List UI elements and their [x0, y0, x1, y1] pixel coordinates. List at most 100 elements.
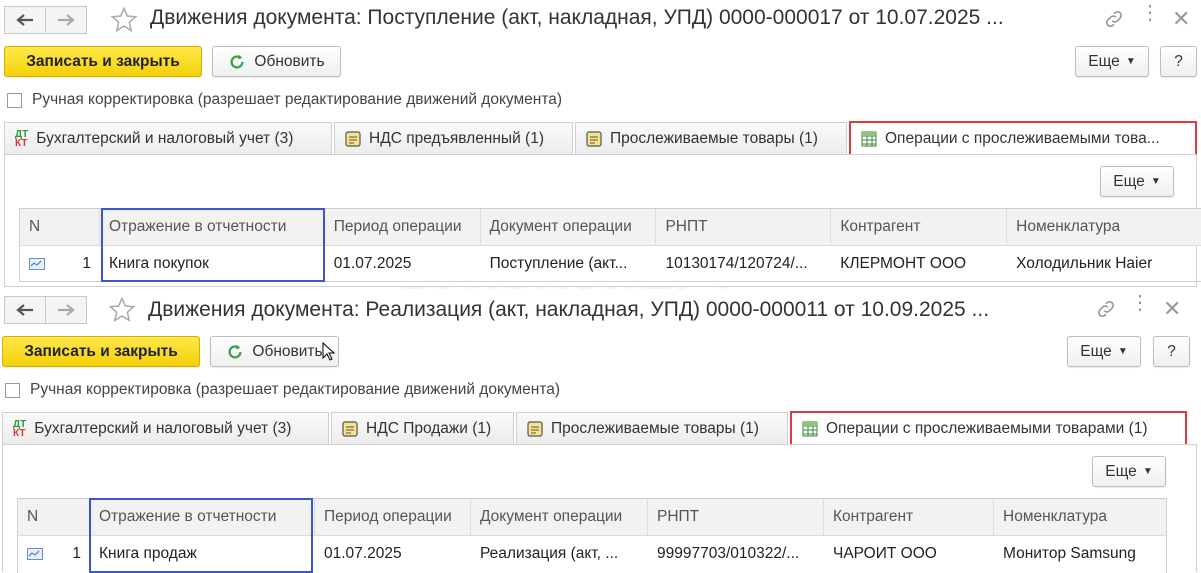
refresh-button[interactable]: Обновить: [212, 46, 341, 77]
link-icon[interactable]: [1103, 8, 1125, 30]
cell-period: 01.07.2025: [333, 255, 412, 272]
tab-label: Бухгалтерский и налоговый учет (3): [36, 129, 294, 147]
save-and-close-button[interactable]: Записать и закрыть: [4, 46, 202, 77]
column-header-period[interactable]: Период операции: [325, 209, 481, 245]
help-button[interactable]: ?: [1160, 46, 1197, 77]
more-actions-icon[interactable]: ⋮: [1130, 293, 1150, 313]
document-movements-panel-receipt: Движения документа: Поступление (акт, на…: [0, 0, 1201, 290]
tab-accounting[interactable]: ДТ КТ Бухгалтерский и налоговый учет (3): [2, 412, 329, 444]
cell-document: Поступление (акт...: [489, 255, 628, 272]
column-header-nomenclature[interactable]: Номенклатура: [994, 499, 1166, 535]
grid-more-label: Еще: [1113, 172, 1145, 190]
tab-traceable-operations[interactable]: Операции с прослеживаемыми това...: [849, 121, 1197, 156]
navigation-buttons: [4, 6, 87, 34]
register-icon: [527, 420, 543, 437]
column-header-document[interactable]: Документ операции: [471, 499, 648, 535]
tab-vat-presented[interactable]: НДС предъявленный (1): [334, 122, 573, 154]
row-number: 1: [72, 545, 81, 562]
refresh-icon: [228, 344, 242, 358]
tab-label: НДС предъявленный (1): [369, 129, 544, 147]
register-icon: [342, 420, 358, 437]
tab-label: Бухгалтерский и налоговый учет (3): [34, 419, 292, 437]
page-title: Движения документа: Реализация (акт, нак…: [148, 298, 990, 321]
arrow-left-icon: [16, 304, 33, 316]
cell-rnpt: 99997703/010322/...: [657, 545, 800, 562]
record-icon: [29, 258, 45, 270]
dt-kt-icon: ДТ КТ: [15, 128, 29, 149]
save-and-close-button[interactable]: Записать и закрыть: [2, 336, 200, 367]
cell-period: 01.07.2025: [324, 545, 402, 562]
column-header-n[interactable]: N: [18, 499, 90, 535]
column-header-counterparty[interactable]: Контрагент: [824, 499, 994, 535]
column-header-n[interactable]: N: [20, 209, 100, 245]
arrow-right-icon: [58, 304, 75, 316]
cell-rnpt: 10130174/120724/...: [665, 255, 808, 272]
tab-vat-sales[interactable]: НДС Продажи (1): [331, 412, 514, 444]
grid-more-button[interactable]: Еще ▼: [1100, 166, 1174, 197]
more-button-label: Еще: [1088, 52, 1120, 70]
caret-down-icon: ▼: [1142, 466, 1153, 477]
back-button[interactable]: [4, 6, 46, 34]
register-icon: [586, 130, 602, 147]
mouse-cursor-icon: [322, 342, 336, 361]
refresh-button-label: Обновить: [254, 52, 325, 70]
arrow-left-icon: [16, 14, 33, 26]
tab-label: Прослеживаемые товары (1): [551, 419, 759, 437]
tab-traceable-operations[interactable]: Операции с прослеживаемыми товарами (1): [790, 411, 1187, 446]
caret-down-icon: ▼: [1125, 56, 1136, 67]
column-header-rnpt[interactable]: РНПТ: [648, 499, 824, 535]
column-header-nomenclature[interactable]: Номенклатура: [1007, 209, 1201, 245]
table-icon: [802, 421, 818, 436]
column-header-counterparty[interactable]: Контрагент: [831, 209, 1008, 245]
refresh-button-label: Обновить: [252, 342, 323, 360]
link-icon[interactable]: [1095, 298, 1117, 320]
tab-traceable-goods[interactable]: Прослеживаемые товары (1): [575, 122, 847, 154]
tab-content: Еще ▼ N Отражение в отчетности Период опе…: [2, 444, 1197, 573]
back-button[interactable]: [4, 296, 46, 324]
caret-down-icon: ▼: [1150, 176, 1161, 187]
forward-button[interactable]: [46, 6, 87, 34]
reporting-column-highlight: [101, 208, 325, 282]
cell-nomenclature: Холодильник Haier: [1016, 255, 1153, 272]
manual-correction-checkbox[interactable]: [5, 383, 20, 398]
help-button[interactable]: ?: [1153, 336, 1190, 367]
more-button-label: Еще: [1080, 342, 1112, 360]
star-favorite-icon[interactable]: [110, 6, 138, 34]
tab-label: Операции с прослеживаемыми това...: [885, 129, 1160, 147]
cell-counterparty: ЧАРОИТ ООО: [833, 545, 937, 562]
forward-button[interactable]: [46, 296, 87, 324]
manual-correction-label: Ручная корректировка (разрешает редактир…: [32, 91, 563, 108]
navigation-buttons: [4, 296, 87, 324]
tab-traceable-goods[interactable]: Прослеживаемые товары (1): [516, 412, 788, 444]
cell-nomenclature: Монитор Samsung: [1003, 545, 1136, 562]
refresh-button[interactable]: Обновить: [210, 336, 339, 367]
tab-label: Операции с прослеживаемыми товарами (1): [826, 419, 1148, 437]
tab-accounting[interactable]: ДТ КТ Бухгалтерский и налоговый учет (3): [4, 122, 332, 154]
register-icon: [345, 130, 361, 147]
star-favorite-icon[interactable]: [108, 296, 136, 324]
cell-document: Реализация (акт, ...: [480, 545, 619, 562]
manual-correction-checkbox[interactable]: [7, 93, 22, 108]
column-header-document[interactable]: Документ операции: [481, 209, 657, 245]
tab-content: Еще ▼ N Отражение в отчетности Период опе…: [4, 154, 1201, 287]
close-icon[interactable]: ✕: [1163, 296, 1181, 322]
caret-down-icon: ▼: [1117, 346, 1128, 357]
column-header-period[interactable]: Период операции: [315, 499, 471, 535]
column-header-rnpt[interactable]: РНПТ: [656, 209, 832, 245]
tab-label: Прослеживаемые товары (1): [610, 129, 818, 147]
table-icon: [861, 131, 877, 146]
tab-bar: ДТ КТ Бухгалтерский и налоговый учет (3) …: [4, 121, 1199, 156]
manual-correction-label: Ручная корректировка (разрешает редактир…: [30, 381, 561, 398]
record-icon: [27, 548, 43, 560]
arrow-right-icon: [58, 14, 75, 26]
more-button[interactable]: Еще ▼: [1075, 46, 1149, 77]
cell-n: 1: [18, 536, 90, 572]
close-icon[interactable]: ✕: [1172, 6, 1190, 32]
cell-counterparty: КЛЕРМОНТ ООО: [840, 255, 967, 272]
cell-n: 1: [20, 246, 100, 282]
dt-kt-icon: ДТ КТ: [13, 418, 27, 439]
grid-more-label: Еще: [1105, 462, 1137, 480]
more-actions-icon[interactable]: ⋮: [1140, 3, 1160, 23]
more-button[interactable]: Еще ▼: [1067, 336, 1141, 367]
grid-more-button[interactable]: Еще ▼: [1092, 456, 1166, 487]
